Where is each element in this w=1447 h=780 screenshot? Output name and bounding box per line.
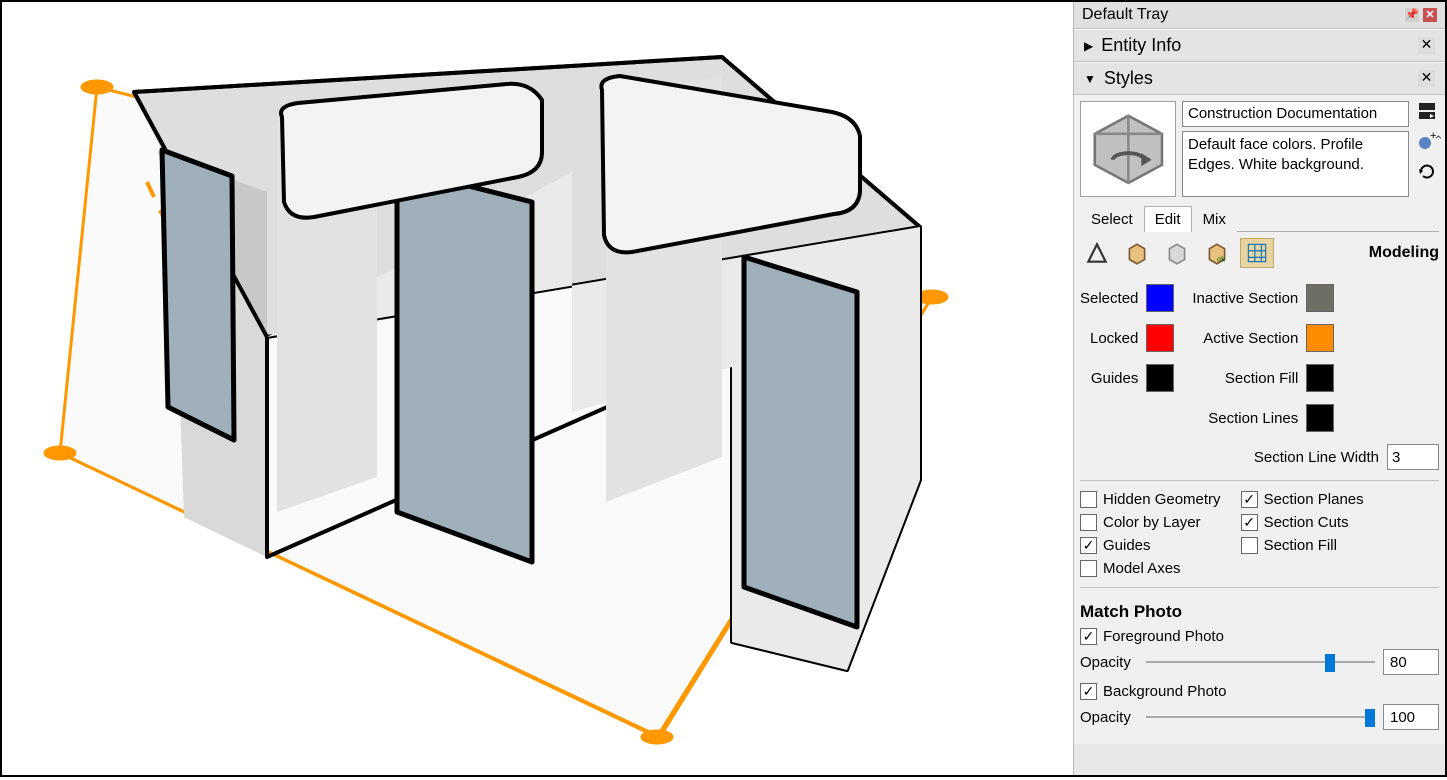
- visibility-checks: Hidden Geometry Color by Layer ✓ Guides Mode…: [1080, 487, 1439, 581]
- checkbox[interactable]: [1241, 537, 1258, 554]
- color-swatch[interactable]: [1306, 324, 1334, 352]
- color-row-left-0: Selected: [1080, 284, 1174, 312]
- check-row: Section Fill: [1241, 537, 1364, 554]
- styles-panel: ⌃ Construction Documentation Default fac…: [1074, 95, 1445, 744]
- edge-settings-button[interactable]: [1080, 238, 1114, 268]
- background-photo-label: Background Photo: [1103, 683, 1226, 700]
- fg-opacity-label: Opacity: [1080, 654, 1138, 671]
- section-line-width-label: Section Line Width: [1254, 449, 1379, 466]
- watermark-settings-button[interactable]: ok: [1200, 238, 1234, 268]
- color-row-left-1: Locked: [1080, 324, 1174, 352]
- update-style-icon[interactable]: [1417, 161, 1437, 181]
- color-label: Section Fill: [1225, 370, 1298, 387]
- tab-select[interactable]: Select: [1080, 206, 1144, 232]
- fg-opacity-slider[interactable]: [1146, 653, 1375, 671]
- color-row-right-1: Active Section: [1192, 324, 1334, 352]
- color-swatch[interactable]: [1146, 324, 1174, 352]
- foreground-photo-label: Foreground Photo: [1103, 628, 1224, 645]
- styles-tabs: Select Edit Mix: [1080, 205, 1439, 232]
- section-line-width-input[interactable]: [1387, 444, 1439, 470]
- tab-edit[interactable]: Edit: [1144, 206, 1192, 232]
- check-row: Model Axes: [1080, 560, 1221, 577]
- background-photo-checkbox[interactable]: ✓: [1080, 683, 1097, 700]
- svg-text:ok: ok: [1217, 255, 1225, 264]
- match-photo-heading: Match Photo: [1080, 594, 1439, 628]
- checkbox-label: Guides: [1103, 537, 1151, 554]
- panel-close-entity-info[interactable]: ✕: [1418, 37, 1435, 54]
- checkbox[interactable]: ✓: [1080, 537, 1097, 554]
- color-row-right-0: Inactive Section: [1192, 284, 1334, 312]
- checkbox-label: Color by Layer: [1103, 514, 1201, 531]
- color-label: Section Lines: [1208, 410, 1298, 427]
- bg-opacity-slider[interactable]: [1146, 708, 1375, 726]
- styles-title: Styles: [1104, 68, 1418, 89]
- expand-icon: ▶: [1084, 39, 1093, 53]
- pin-icon[interactable]: 📌: [1405, 8, 1419, 22]
- color-label: Locked: [1090, 330, 1138, 347]
- style-name-input[interactable]: Construction Documentation: [1182, 101, 1409, 127]
- color-label: Active Section: [1203, 330, 1298, 347]
- panel-tab-entity-info[interactable]: ▶ Entity Info ✕: [1074, 29, 1445, 62]
- color-swatch[interactable]: [1306, 404, 1334, 432]
- checkbox-label: Section Planes: [1264, 491, 1364, 508]
- color-label: Guides: [1091, 370, 1139, 387]
- color-swatch[interactable]: [1146, 284, 1174, 312]
- tab-mix[interactable]: Mix: [1192, 206, 1237, 232]
- checkbox-label: Section Cuts: [1264, 514, 1349, 531]
- checkbox-label: Hidden Geometry: [1103, 491, 1221, 508]
- entity-info-title: Entity Info: [1101, 35, 1418, 56]
- face-settings-button[interactable]: [1120, 238, 1154, 268]
- color-row-right-2: Section Fill: [1192, 364, 1334, 392]
- color-label: Selected: [1080, 290, 1138, 307]
- checkbox[interactable]: [1080, 514, 1097, 531]
- color-label: Inactive Section: [1192, 290, 1298, 307]
- bg-opacity-label: Opacity: [1080, 709, 1138, 726]
- tray-title: Default Tray: [1082, 6, 1401, 24]
- checkbox[interactable]: ✓: [1241, 491, 1258, 508]
- checkbox[interactable]: [1080, 560, 1097, 577]
- edit-mode-row: ok Modeling: [1080, 238, 1439, 268]
- checkbox-label: Model Axes: [1103, 560, 1181, 577]
- color-swatch[interactable]: [1306, 284, 1334, 312]
- check-row: Hidden Geometry: [1080, 491, 1221, 508]
- default-tray: Default Tray 📌 ✕ ▶ Entity Info ✕ ▼ Style…: [1073, 2, 1445, 775]
- check-row: ✓ Section Cuts: [1241, 514, 1364, 531]
- bg-opacity-input[interactable]: [1383, 704, 1439, 730]
- check-row: ✓ Guides: [1080, 537, 1221, 554]
- collapse-icon: ▼: [1084, 72, 1096, 86]
- check-row: Color by Layer: [1080, 514, 1221, 531]
- check-row: ✓ Section Planes: [1241, 491, 1364, 508]
- tray-close-icon[interactable]: ✕: [1423, 8, 1437, 22]
- checkbox[interactable]: ✓: [1241, 514, 1258, 531]
- color-row-left-2: Guides: [1080, 364, 1174, 392]
- foreground-photo-checkbox[interactable]: ✓: [1080, 628, 1097, 645]
- style-thumbnail[interactable]: [1080, 101, 1176, 197]
- tray-header: Default Tray 📌 ✕: [1074, 2, 1445, 29]
- checkbox[interactable]: [1080, 491, 1097, 508]
- display-secondary-pane-icon[interactable]: [1417, 101, 1437, 121]
- background-settings-button[interactable]: [1160, 238, 1194, 268]
- panel-close-styles[interactable]: ✕: [1418, 70, 1435, 87]
- color-swatch[interactable]: [1146, 364, 1174, 392]
- colors-area: Selected Locked Guides Inactive Section Act…: [1080, 280, 1439, 444]
- viewport-3d[interactable]: [2, 2, 1073, 775]
- divider: [1080, 480, 1439, 481]
- scroll-up-icon[interactable]: ⌃: [1433, 133, 1443, 153]
- edit-mode-label: Modeling: [1369, 244, 1439, 262]
- style-desc-input[interactable]: Default face colors. Profile Edges. Whit…: [1182, 131, 1409, 197]
- modeling-settings-button[interactable]: [1240, 238, 1274, 268]
- fg-opacity-input[interactable]: [1383, 649, 1439, 675]
- color-row-right-3: Section Lines: [1192, 404, 1334, 432]
- checkbox-label: Section Fill: [1264, 537, 1337, 554]
- color-swatch[interactable]: [1306, 364, 1334, 392]
- divider: [1080, 587, 1439, 588]
- panel-tab-styles[interactable]: ▼ Styles ✕: [1074, 62, 1445, 95]
